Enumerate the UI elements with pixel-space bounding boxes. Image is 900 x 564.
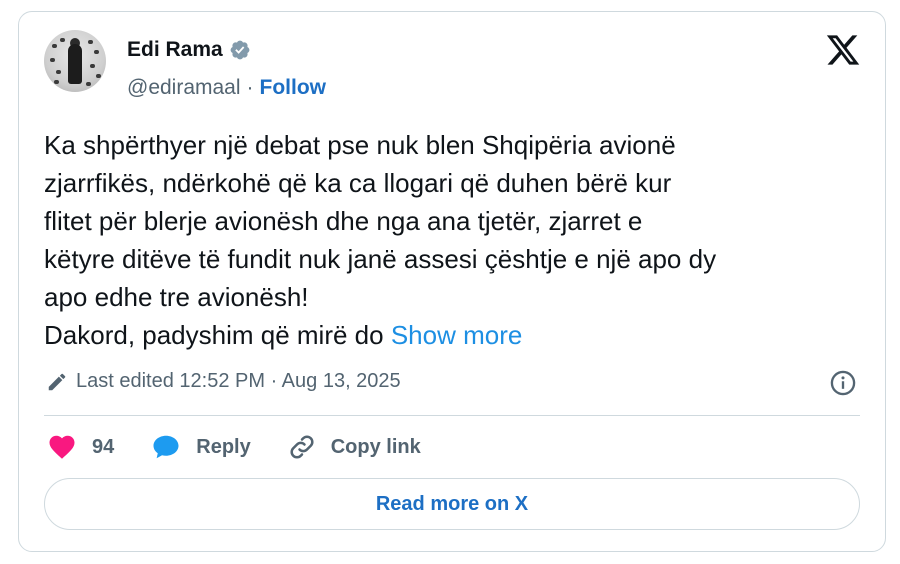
avatar[interactable] [44,30,106,92]
tweet-last-line: Dakord, padyshim që mirë do Show more [44,316,854,354]
divider [44,415,860,416]
tweet-line: Dakord, padyshim që mirë do [44,320,384,350]
action-bar: 94 Reply Copy link [46,432,457,462]
info-icon[interactable] [829,369,857,397]
separator-dot: · [246,76,254,99]
tweet-line: apo edhe tre avionësh! [44,282,309,312]
show-more-link[interactable]: Show more [391,320,523,350]
tweet-line: këtyre ditëve të fundit nuk janë assesi … [44,244,717,274]
link-icon [290,435,314,459]
tweet-embed-card: Edi Rama @ediramaal · Follow Ka shpërthy… [18,11,886,552]
like-count: 94 [92,435,115,458]
author-handle[interactable]: @ediramaal [127,76,241,100]
tweet-text: Ka shpërthyer një debat pse nuk blen Shq… [44,126,854,354]
tweet-line: zjarrfikës, ndërkohë që ka ca llogari që… [44,168,672,198]
copy-link-label: Copy link [330,435,421,458]
tweet-line: flitet për blerje avionësh dhe nga ana t… [44,206,643,236]
pencil-icon [48,373,66,390]
author-name[interactable]: Edi Rama [127,38,223,62]
copy-link-button[interactable]: Copy link [287,432,421,462]
x-logo-icon[interactable] [825,32,861,68]
verified-badge-icon [230,40,250,60]
read-more-button[interactable]: Read more on X [44,478,860,530]
reply-label: Reply [196,435,251,458]
author-name-row: Edi Rama [127,38,251,62]
heart-icon [49,435,75,459]
edited-text: Last edited 12:52 PM · Aug 13, 2025 [76,370,401,392]
tweet-line: Ka shpërthyer një debat pse nuk blen Shq… [44,130,676,160]
reply-button[interactable]: Reply [150,432,251,462]
edited-timestamp[interactable]: Last edited 12:52 PM · Aug 13, 2025 [46,370,401,393]
reply-bubble-icon [153,435,179,459]
like-button[interactable]: 94 [46,432,114,462]
follow-button[interactable]: Follow [260,76,327,100]
read-more-label: Read more on X [375,492,529,515]
author-handle-row: @ediramaal · Follow [127,76,326,100]
